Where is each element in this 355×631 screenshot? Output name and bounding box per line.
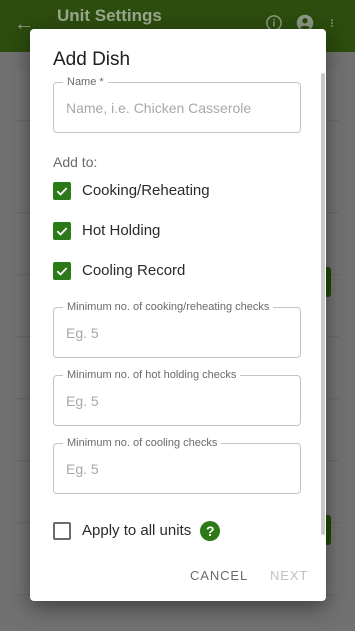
min-cooking-checks-label: Minimum no. of cooking/reheating checks <box>63 300 274 314</box>
more-vert-icon[interactable] <box>327 14 337 32</box>
min-hot-holding-checks-field[interactable]: Minimum no. of hot holding checks <box>53 368 301 426</box>
add-to-label: Add to: <box>53 154 98 170</box>
min-cooling-checks-input[interactable] <box>66 459 292 479</box>
min-hot-holding-checks-input[interactable] <box>66 391 292 411</box>
help-icon[interactable]: ? <box>200 521 221 541</box>
name-field[interactable]: Name * <box>53 75 301 133</box>
cooling-record-checkbox[interactable]: Cooling Record <box>53 261 185 281</box>
checkbox-unchecked-icon[interactable] <box>53 522 71 540</box>
min-cooling-checks-label: Minimum no. of cooling checks <box>63 436 222 450</box>
name-input[interactable] <box>66 98 292 118</box>
checkbox-checked-icon[interactable] <box>53 262 71 280</box>
name-field-label: Name * <box>63 75 108 89</box>
cancel-button[interactable]: CANCEL <box>190 568 248 584</box>
next-button[interactable]: NEXT <box>270 568 308 584</box>
cooking-reheating-checkbox[interactable]: Cooking/Reheating <box>53 181 210 201</box>
page-title: Unit Settings <box>57 6 162 25</box>
min-hot-holding-checks-label: Minimum no. of hot holding checks <box>63 368 241 382</box>
dialog-title: Add Dish <box>53 49 131 70</box>
checkbox-label: Hot Holding <box>82 222 161 239</box>
min-cooking-checks-input[interactable] <box>66 323 292 343</box>
checkbox-checked-icon[interactable] <box>53 182 71 200</box>
checkbox-label: Cooking/Reheating <box>82 182 210 199</box>
apply-all-units-label: Apply to all units <box>82 522 192 539</box>
min-cooking-checks-field[interactable]: Minimum no. of cooking/reheating checks <box>53 300 301 358</box>
checkbox-label: Cooling Record <box>82 262 186 279</box>
dialog-scrollbar[interactable] <box>321 73 325 535</box>
checkbox-checked-icon[interactable] <box>53 222 71 240</box>
hot-holding-checkbox[interactable]: Hot Holding <box>53 221 160 241</box>
min-cooling-checks-field[interactable]: Minimum no. of cooling checks <box>53 436 301 494</box>
apply-all-units-checkbox[interactable]: Apply to all units ? <box>53 521 221 541</box>
add-dish-dialog: Add Dish Name * Add to: Cooking/Reheatin… <box>30 29 326 601</box>
